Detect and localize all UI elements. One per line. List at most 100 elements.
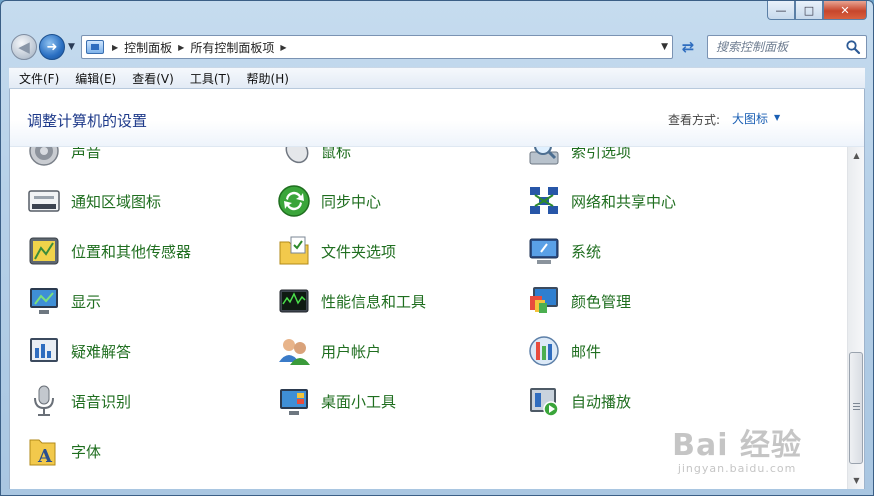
scroll-down-arrow[interactable]: ▼: [848, 472, 865, 489]
index-search-icon: [527, 147, 561, 168]
view-by-dropdown[interactable]: 大图标: [732, 110, 768, 127]
minimize-button[interactable]: —: [767, 1, 795, 20]
item-speech-recognition[interactable]: 语音识别: [27, 383, 131, 419]
performance-icon: [277, 284, 311, 318]
breadcrumb-all-items[interactable]: 所有控制面板项: [190, 39, 274, 56]
item-display[interactable]: 显示: [27, 283, 101, 319]
item-label: 同步中心: [321, 192, 382, 211]
item-label: 位置和其他传感器: [71, 242, 192, 261]
network-icon: [527, 184, 561, 218]
sync-icon: [277, 184, 311, 218]
item-label: 通知区域图标: [71, 192, 162, 211]
autoplay-icon: [527, 384, 561, 418]
address-bar[interactable]: ▶ 控制面板 ▶ 所有控制面板项 ▶ ▼: [81, 35, 673, 59]
control-panel-items: 声音 鼠标 索引选项 通知区域图标 同步中心 网络和共享中心 位置和其他传感器 …: [10, 147, 846, 489]
page-title: 调整计算机的设置: [27, 112, 148, 130]
location-sensor-icon: [27, 234, 61, 268]
item-folder-options[interactable]: 文件夹选项: [277, 233, 396, 269]
system-icon: [527, 234, 561, 268]
item-mail[interactable]: 邮件: [527, 333, 601, 369]
item-label: 用户帐户: [321, 342, 382, 361]
mouse-icon: [277, 147, 311, 168]
content-header: 调整计算机的设置 查看方式: 大图标 ▼: [10, 89, 864, 147]
content-pane: 调整计算机的设置 查看方式: 大图标 ▼ 声音 鼠标 索引选项 通知区域图标 同…: [9, 89, 865, 489]
breadcrumb-control-panel[interactable]: 控制面板: [124, 39, 172, 56]
item-label: 鼠标: [321, 147, 352, 161]
refresh-button[interactable]: ⇄: [677, 37, 699, 57]
item-label: 颜色管理: [571, 292, 632, 311]
item-location-sensors[interactable]: 位置和其他传感器: [27, 233, 191, 269]
chevron-down-icon[interactable]: ▼: [774, 113, 780, 122]
watermark-logo: Bai 经验: [672, 428, 802, 463]
item-notification-area-icons[interactable]: 通知区域图标: [27, 183, 161, 219]
gadgets-icon: [277, 384, 311, 418]
watermark: Bai 经验 jingyan.baidu.com: [672, 420, 802, 475]
item-label: 字体: [71, 442, 102, 461]
item-label: 声音: [71, 147, 102, 161]
forward-button[interactable]: ➜: [39, 34, 65, 60]
notification-tray-icon: [27, 184, 61, 218]
scroll-thumb[interactable]: [849, 352, 863, 464]
user-accounts-icon: [277, 334, 311, 368]
breadcrumb-chevron-icon[interactable]: ▶: [112, 43, 118, 52]
item-label: 邮件: [571, 342, 602, 361]
menu-bar: 文件(F) 编辑(E) 查看(V) 工具(T) 帮助(H): [9, 67, 865, 89]
item-color-management[interactable]: 颜色管理: [527, 283, 631, 319]
item-sound[interactable]: 声音: [27, 147, 101, 169]
item-network-sharing-center[interactable]: 网络和共享中心: [527, 183, 676, 219]
menu-edit[interactable]: 编辑(E): [69, 70, 122, 87]
speaker-icon: [27, 147, 61, 168]
menu-view[interactable]: 查看(V): [126, 70, 180, 87]
scroll-up-arrow[interactable]: ▲: [848, 147, 865, 164]
folder-options-icon: [277, 234, 311, 268]
item-desktop-gadgets[interactable]: 桌面小工具: [277, 383, 396, 419]
maximize-button[interactable]: □: [795, 1, 823, 20]
mail-icon: [527, 334, 561, 368]
recent-pages-dropdown[interactable]: ▼: [68, 42, 75, 52]
display-icon: [27, 284, 61, 318]
menu-tools[interactable]: 工具(T): [184, 70, 237, 87]
svg-text:A: A: [37, 446, 53, 467]
close-button[interactable]: ✕: [823, 1, 867, 20]
item-label: 网络和共享中心: [571, 192, 677, 211]
item-label: 疑难解答: [71, 342, 132, 361]
navigation-bar: ◀ ➜ ▼ ▶ 控制面板 ▶ 所有控制面板项 ▶ ▼ ⇄: [9, 33, 867, 61]
menu-file[interactable]: 文件(F): [13, 70, 65, 87]
menu-help[interactable]: 帮助(H): [241, 70, 295, 87]
control-panel-icon: [86, 40, 104, 54]
item-sync-center[interactable]: 同步中心: [277, 183, 381, 219]
item-label: 自动播放: [571, 392, 632, 411]
arrow-right-icon: ➜: [46, 39, 58, 55]
vertical-scrollbar[interactable]: ▲ ▼: [847, 147, 864, 489]
back-button[interactable]: ◀: [11, 34, 37, 60]
item-fonts[interactable]: A 字体: [27, 433, 101, 469]
item-troubleshooting[interactable]: 疑难解答: [27, 333, 131, 369]
color-management-icon: [527, 284, 561, 318]
arrow-left-icon: ◀: [18, 38, 30, 56]
item-label: 文件夹选项: [321, 242, 397, 261]
address-history-dropdown[interactable]: ▼: [661, 42, 668, 52]
breadcrumb-chevron-icon[interactable]: ▶: [280, 43, 286, 52]
breadcrumb-chevron-icon[interactable]: ▶: [178, 43, 184, 52]
caption-buttons: — □ ✕: [767, 1, 867, 21]
control-panel-window: — □ ✕ ◀ ➜ ▼ ▶ 控制面板 ▶ 所有控制面板项 ▶ ▼ ⇄ 搜索控制面…: [0, 0, 874, 496]
item-indexing-options[interactable]: 索引选项: [527, 147, 631, 169]
item-label: 性能信息和工具: [321, 292, 427, 311]
item-performance-info[interactable]: 性能信息和工具: [277, 283, 426, 319]
item-autoplay[interactable]: 自动播放: [527, 383, 631, 419]
fonts-icon: A: [27, 434, 61, 468]
troubleshoot-icon: [27, 334, 61, 368]
search-input[interactable]: [716, 40, 836, 54]
item-label: 索引选项: [571, 147, 632, 161]
item-mouse[interactable]: 鼠标: [277, 147, 351, 169]
watermark-url: jingyan.baidu.com: [677, 462, 797, 475]
item-label: 系统: [571, 242, 602, 261]
search-box[interactable]: [707, 35, 867, 59]
microphone-icon: [27, 384, 61, 418]
item-system[interactable]: 系统: [527, 233, 601, 269]
view-by-label: 查看方式:: [668, 113, 721, 127]
search-icon[interactable]: [845, 39, 861, 55]
item-label: 桌面小工具: [321, 392, 397, 411]
item-user-accounts[interactable]: 用户帐户: [277, 333, 381, 369]
refresh-icon: ⇄: [681, 38, 695, 56]
